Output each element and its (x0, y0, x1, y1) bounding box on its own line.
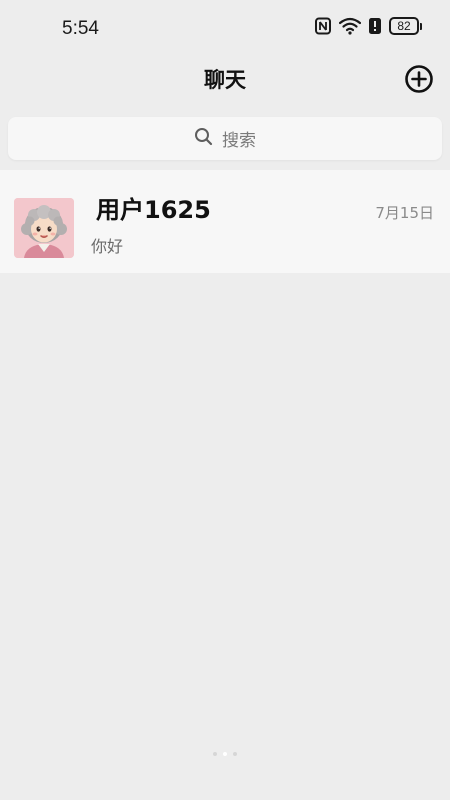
chat-list: 用户1625 7月15日 你好 (0, 170, 450, 273)
page-indicator (0, 752, 450, 756)
chat-list-item[interactable]: 用户1625 7月15日 你好 (0, 170, 450, 273)
battery-level: 82 (389, 17, 419, 35)
search-input[interactable]: 搜索 (8, 117, 442, 160)
nfc-icon (314, 17, 332, 35)
header: 聊天 (0, 58, 450, 102)
chat-name: 用户1625 (96, 196, 211, 224)
alert-icon (368, 17, 382, 35)
chat-preview: 你好 (91, 237, 124, 256)
battery-icon: 82 (389, 17, 422, 35)
status-bar: 5:54 82 (0, 0, 450, 58)
page-dot (233, 752, 237, 756)
search-placeholder: 搜索 (222, 131, 256, 151)
status-time: 5:54 (62, 18, 99, 39)
status-icons: 82 (314, 17, 422, 35)
search-icon (194, 127, 213, 150)
plus-circle-icon (404, 65, 434, 98)
add-button[interactable] (404, 64, 434, 94)
page-dot (213, 752, 217, 756)
page-dot-active (223, 752, 227, 756)
wifi-icon (339, 17, 361, 35)
page-title: 聊天 (204, 68, 246, 92)
chat-time: 7月15日 (375, 204, 434, 222)
grandma-avatar (14, 198, 74, 258)
avatar (14, 198, 74, 258)
